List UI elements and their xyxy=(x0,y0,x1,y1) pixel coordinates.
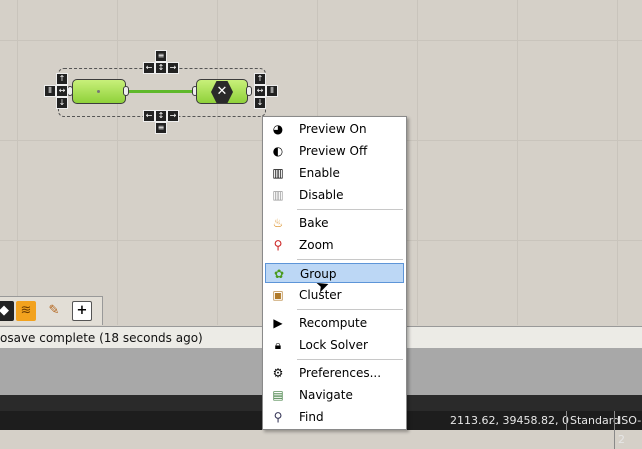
menu-separator xyxy=(297,209,403,210)
arrow-vertical-icon[interactable]: ↕ xyxy=(155,110,167,122)
group-icon: ✿ xyxy=(273,267,285,281)
menu-separator xyxy=(297,359,403,360)
cluster-icon: ▣ xyxy=(272,288,284,302)
menu-item-lock-solver[interactable]: 🔒︎ Lock Solver xyxy=(265,335,404,355)
shape-icon[interactable]: ◆ xyxy=(0,301,14,321)
disable-icon: ▥ xyxy=(272,188,284,202)
menu-item-preferences[interactable]: ⚙ Preferences... xyxy=(265,363,404,383)
snap-field[interactable]: ISO-2 xyxy=(614,411,642,449)
menu-item-cluster[interactable]: ▣ Cluster xyxy=(265,285,404,305)
add-icon[interactable]: + xyxy=(72,301,92,321)
right-output-port[interactable] xyxy=(246,86,252,96)
arrow-down-icon[interactable]: ↓ xyxy=(254,97,266,109)
enable-icon: ▥ xyxy=(272,166,284,180)
preview-on-icon: ◕ xyxy=(272,122,284,136)
menu-item-bake[interactable]: ♨ Bake xyxy=(265,213,404,233)
canvas-toolbar: ◆ ≋ ✎ + xyxy=(0,296,103,325)
autosave-status: osave complete (18 seconds ago) xyxy=(0,331,203,345)
source-component[interactable] xyxy=(72,79,126,104)
arrow-right-icon[interactable]: → xyxy=(167,62,179,74)
connection-wire[interactable] xyxy=(126,90,198,93)
menu-item-enable[interactable]: ▥ Enable xyxy=(265,163,404,183)
map-icon: ▤ xyxy=(272,388,284,402)
component-dot xyxy=(97,90,100,93)
arrow-up-icon[interactable]: ↑ xyxy=(56,73,68,85)
zoom-icon: ⚲ xyxy=(273,238,283,252)
menu-item-disable[interactable]: ▥ Disable xyxy=(265,185,404,205)
recompute-icon: ▶ xyxy=(273,316,283,330)
menu-item-find[interactable]: ⚲ Find xyxy=(265,407,404,427)
menu-item-navigate[interactable]: ▤ Navigate xyxy=(265,385,404,405)
bake-icon: ♨ xyxy=(272,216,284,230)
align-top-icon[interactable]: ≡ xyxy=(155,50,167,62)
pen-icon[interactable]: ✎ xyxy=(44,301,64,321)
arrow-horizontal-icon[interactable]: ↔ xyxy=(56,85,68,97)
magnifier-icon: ⚲ xyxy=(273,410,283,424)
sketch-icon[interactable]: ≋ xyxy=(16,301,36,321)
units-field[interactable]: Standard xyxy=(566,411,620,430)
arrow-down-icon[interactable]: ↓ xyxy=(56,97,68,109)
arrow-vertical-icon[interactable]: ↕ xyxy=(155,62,167,74)
arrow-left-icon[interactable]: ← xyxy=(143,110,155,122)
align-right-icon[interactable]: ⦀ xyxy=(266,85,278,97)
align-left-icon[interactable]: ⦀ xyxy=(44,85,56,97)
arrow-up-icon[interactable]: ↑ xyxy=(254,73,266,85)
close-icon: ✕ xyxy=(211,81,233,103)
arrow-left-icon[interactable]: ← xyxy=(143,62,155,74)
menu-item-zoom[interactable]: ⚲ Zoom xyxy=(265,235,404,255)
arrow-right-icon[interactable]: → xyxy=(167,110,179,122)
menu-item-preview-on[interactable]: ◕ Preview On xyxy=(265,119,404,139)
cursor-coordinates: 2113.62, 39458.82, 0 xyxy=(450,414,569,427)
align-bottom-icon[interactable]: ≡ xyxy=(155,122,167,134)
menu-item-recompute[interactable]: ▶ Recompute xyxy=(265,313,404,333)
arrow-horizontal-icon[interactable]: ↔ xyxy=(254,85,266,97)
menu-separator xyxy=(297,309,403,310)
menu-item-group[interactable]: ✿ Group xyxy=(265,263,404,283)
menu-item-preview-off[interactable]: ◐ Preview Off xyxy=(265,141,404,161)
preview-off-icon: ◐ xyxy=(272,144,284,158)
context-menu: ◕ Preview On ◐ Preview Off ▥ Enable ▥ Di… xyxy=(262,116,407,430)
target-component[interactable]: ✕ xyxy=(196,79,248,104)
left-output-port[interactable] xyxy=(123,86,129,96)
lock-icon: 🔒︎ xyxy=(274,338,282,352)
menu-separator xyxy=(297,259,403,260)
gear-icon: ⚙ xyxy=(272,366,284,380)
